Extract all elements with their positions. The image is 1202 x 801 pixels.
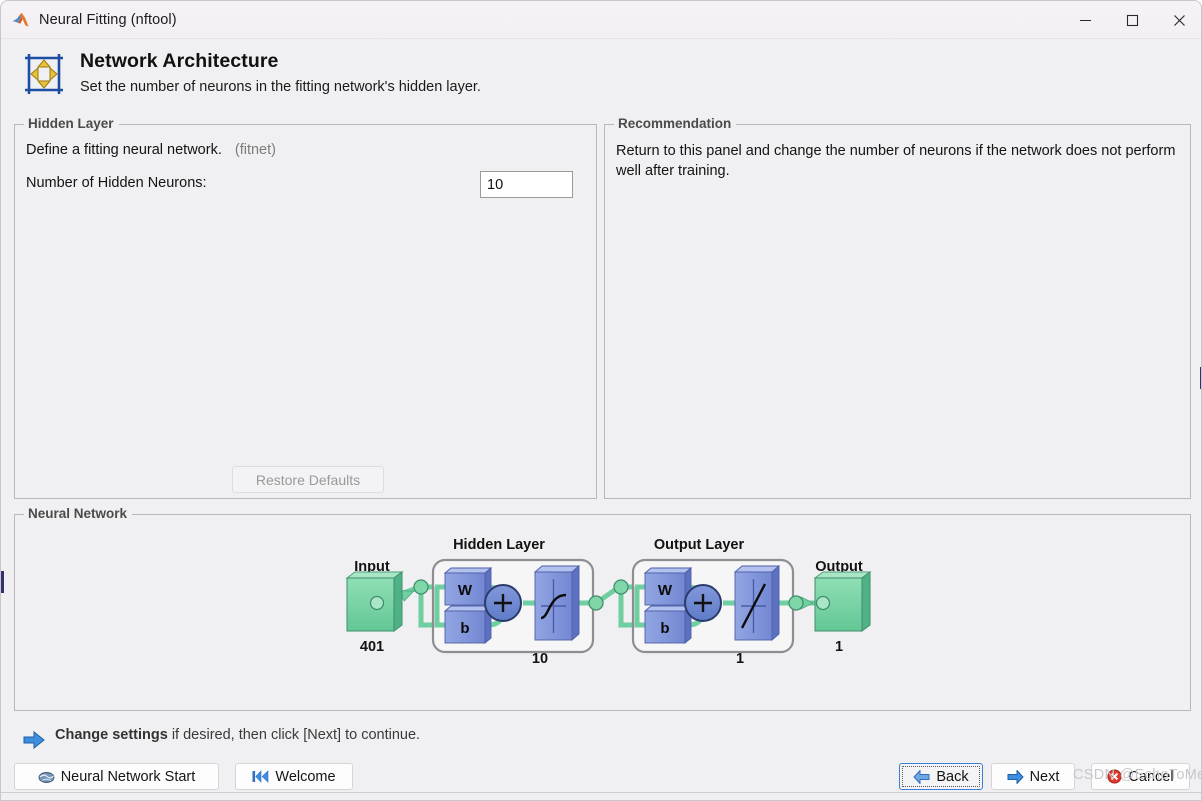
page-subtitle: Set the number of neurons in the fitting… — [80, 79, 481, 95]
recommendation-text: Return to this panel and change the numb… — [616, 143, 1176, 179]
close-button[interactable] — [1156, 1, 1201, 39]
next-arrow-icon — [1007, 769, 1024, 784]
hint-text: Change settings if desired, then click [… — [55, 727, 420, 743]
output-layer-size-label: 1 — [736, 651, 744, 667]
hint-text-bold: Change settings — [55, 727, 168, 743]
hidden-neurons-input[interactable] — [480, 171, 573, 198]
output-bias-block: b — [643, 605, 693, 644]
hidden-transfer-sigmoid-block — [533, 565, 581, 641]
page-header: Network Architecture Set the number of n… — [2, 39, 1201, 109]
hidden-weight-block: W — [443, 567, 493, 606]
svg-text:b: b — [660, 620, 669, 637]
output-sum-node — [684, 584, 722, 622]
svg-text:W: W — [658, 582, 673, 599]
define-network-text: Define a fitting neural network. — [26, 142, 222, 158]
hidden-entry-node — [413, 579, 429, 595]
svg-text:b: b — [460, 620, 469, 637]
next-label: Next — [1029, 768, 1060, 785]
output-connector-node — [815, 595, 831, 611]
hidden-layer-legend: Hidden Layer — [24, 116, 119, 131]
recommendation-panel: Recommendation Return to this panel and … — [604, 116, 1191, 499]
input-connector-node — [369, 595, 385, 611]
hidden-exit-node — [588, 595, 604, 611]
network-architecture-icon — [25, 54, 63, 94]
neural-network-start-label: Neural Network Start — [60, 768, 196, 785]
output-layer-title: Output Layer — [654, 537, 745, 553]
restore-defaults-button[interactable]: Restore Defaults — [232, 466, 384, 493]
skip-back-icon — [252, 770, 269, 783]
window-title: Neural Fitting (nftool) — [39, 11, 177, 28]
output-entry-node — [613, 579, 629, 595]
neural-network-start-button[interactable]: Neural Network Start — [14, 763, 219, 790]
welcome-button[interactable]: Welcome — [235, 763, 353, 790]
footer-hint: Change settings if desired, then click [… — [1, 723, 1201, 759]
cancel-button[interactable]: Cancel — [1091, 763, 1190, 790]
cancel-icon — [1107, 769, 1122, 784]
cancel-label: Cancel — [1128, 768, 1174, 785]
hidden-layer-title: Hidden Layer — [453, 537, 545, 553]
output-weight-block: W — [643, 567, 693, 606]
hidden-sum-node — [484, 584, 522, 622]
fitnet-function-tag: (fitnet) — [234, 142, 276, 158]
right-arrow-icon — [23, 731, 45, 749]
hidden-layer-size-label: 10 — [532, 651, 548, 667]
brain-icon — [38, 771, 55, 783]
hint-text-rest: if desired, then click [Next] to continu… — [167, 727, 421, 743]
hidden-neurons-label: Number of Hidden Neurons: — [26, 175, 207, 191]
next-button[interactable]: Next — [991, 763, 1075, 790]
nftool-window: Neural Fitting (nftool) Network Architec… — [0, 0, 1202, 801]
define-network-line: Define a fitting neural network. (fitnet) — [26, 142, 276, 158]
bottom-clipped-strip — [1, 792, 1201, 800]
left-edge-marker — [1, 571, 4, 593]
neural-network-panel: Neural Network Input 401 Hidden Layer 10… — [14, 506, 1191, 711]
hidden-layer-panel: Hidden Layer Define a fitting neural net… — [14, 116, 597, 499]
output-exit-node — [788, 595, 804, 611]
hidden-bias-block: b — [443, 605, 493, 644]
recommendation-legend: Recommendation — [614, 116, 737, 131]
title-bar: Neural Fitting (nftool) — [1, 1, 1201, 39]
focus-ring — [902, 766, 980, 787]
svg-text:W: W — [458, 582, 473, 599]
maximize-button[interactable] — [1109, 1, 1156, 39]
welcome-label: Welcome — [275, 768, 336, 785]
output-transfer-linear-block — [733, 565, 781, 641]
minimize-button[interactable] — [1062, 1, 1109, 39]
output-size-label: 1 — [835, 639, 843, 655]
input-size-label: 401 — [360, 639, 384, 655]
back-button[interactable]: Back — [899, 763, 983, 790]
network-diagram: Input 401 Hidden Layer 10 Output Layer 1… — [345, 537, 872, 667]
matlab-logo-icon — [12, 12, 29, 27]
page-title: Network Architecture — [80, 50, 279, 72]
